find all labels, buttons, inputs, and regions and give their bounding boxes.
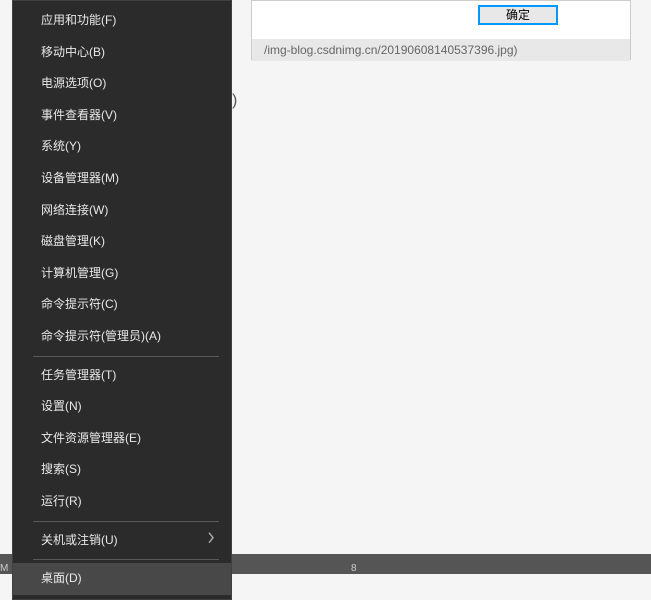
ok-button[interactable]: 确定 [478, 5, 558, 25]
menu-item-device-manager[interactable]: 设备管理器(M) [13, 163, 231, 195]
bottom-marker-left: M [0, 563, 8, 574]
menu-item-network-connections[interactable]: 网络连接(W) [13, 195, 231, 227]
menu-item-mobility-center[interactable]: 移动中心(B) [13, 37, 231, 69]
dialog-url: /img-blog.csdnimg.cn/20190608140537396.j… [252, 39, 630, 61]
dialog-box: 确定 /img-blog.csdnimg.cn/2019060814053739… [251, 0, 631, 60]
winx-context-menu: 应用和功能(F) 移动中心(B) 电源选项(O) 事件查看器(V) 系统(Y) … [12, 0, 232, 600]
menu-item-label: 关机或注销(U) [41, 533, 118, 547]
menu-item-settings[interactable]: 设置(N) [13, 391, 231, 423]
menu-item-command-prompt-admin[interactable]: 命令提示符(管理员)(A) [13, 321, 231, 353]
menu-separator [33, 559, 219, 560]
menu-item-run[interactable]: 运行(R) [13, 486, 231, 518]
background-fragment: ) [232, 92, 237, 110]
menu-separator [33, 521, 219, 522]
menu-item-task-manager[interactable]: 任务管理器(T) [13, 360, 231, 392]
menu-item-power-options[interactable]: 电源选项(O) [13, 68, 231, 100]
menu-item-command-prompt[interactable]: 命令提示符(C) [13, 289, 231, 321]
menu-item-computer-management[interactable]: 计算机管理(G) [13, 258, 231, 290]
menu-item-event-viewer[interactable]: 事件查看器(V) [13, 100, 231, 132]
menu-item-system[interactable]: 系统(Y) [13, 131, 231, 163]
bottom-marker-mid: 8 [351, 563, 357, 574]
menu-separator [33, 356, 219, 357]
menu-item-desktop[interactable]: 桌面(D) [13, 563, 231, 595]
menu-item-apps-features[interactable]: 应用和功能(F) [13, 5, 231, 37]
menu-item-file-explorer[interactable]: 文件资源管理器(E) [13, 423, 231, 455]
menu-item-shutdown-signout[interactable]: 关机或注销(U) [13, 525, 231, 557]
chevron-right-icon [207, 532, 215, 549]
menu-item-disk-management[interactable]: 磁盘管理(K) [13, 226, 231, 258]
menu-item-search[interactable]: 搜索(S) [13, 454, 231, 486]
